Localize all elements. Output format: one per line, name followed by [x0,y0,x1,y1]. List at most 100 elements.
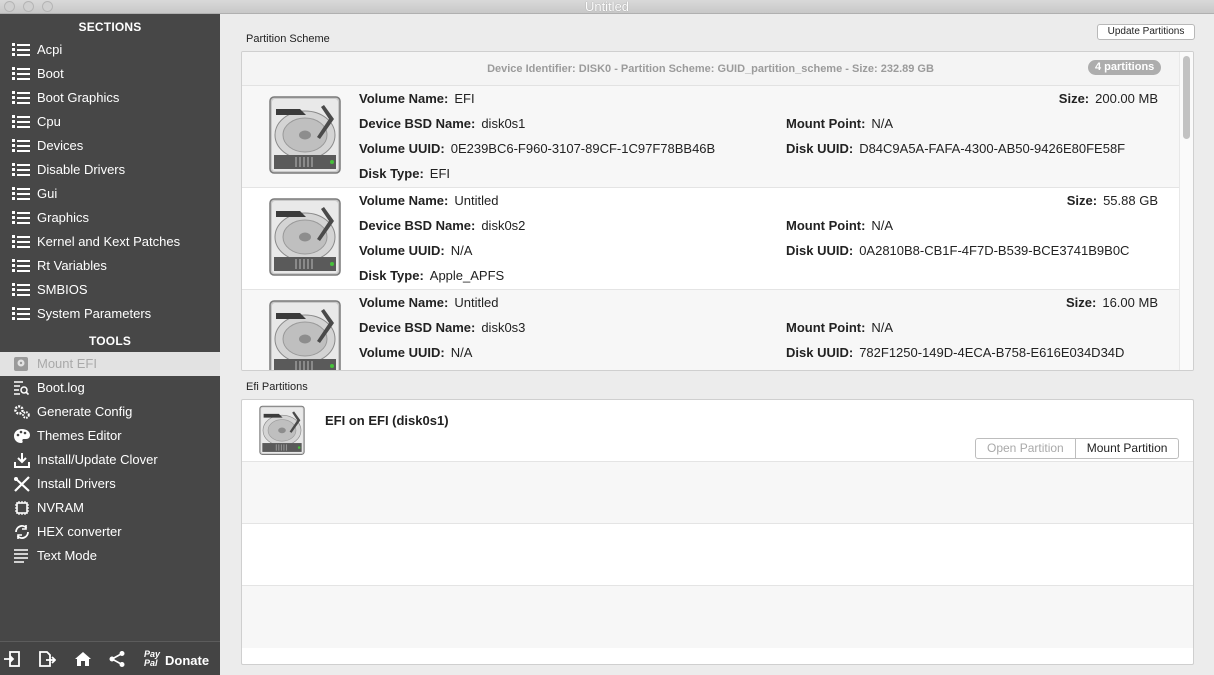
mount-partition-button[interactable]: Mount Partition [1076,439,1179,458]
minimize-window-button[interactable] [23,1,34,12]
field-value: Apple_APFS [429,268,505,283]
field-label: Mount Point: [786,320,866,335]
update-partitions-button[interactable]: Update Partitions [1097,24,1195,40]
sections-header: SECTIONS [78,20,142,34]
field-value: 0E239BC6-F960-3107-89CF-1C97F78BB46B [450,141,716,156]
volume-name: Volume Name: Untitled [359,193,498,208]
disk-uuid: Disk UUID: 782F1250-149D-4ECA-B758-E616E0… [786,345,1124,360]
field-label: Disk UUID: [786,345,854,360]
sidebar-item-label: Boot Graphics [37,90,120,105]
field-value: disk0s3 [481,320,526,335]
tool-item-label: HEX converter [37,524,122,539]
empty-row [242,586,1193,648]
tool-item-label: Install Drivers [37,476,116,491]
tool-item-boot-log[interactable]: Boot.log [0,376,220,400]
device-bsd-name: Device BSD Name: disk0s1 [359,116,525,131]
device-info: Device Identifier: DISK0 - Partition Sch… [487,63,934,75]
paypal-logo: Pay Pal [144,649,161,668]
partition-scheme-panel: Device Identifier: DISK0 - Partition Sch… [241,51,1194,371]
tool-item-hex-converter[interactable]: HEX converter [0,520,220,544]
gears-icon [13,404,31,419]
sidebar-item-label: Kernel and Kext Patches [37,234,181,249]
field-value: N/A [871,218,894,233]
list-icon [12,91,30,105]
field-value: EFI [429,166,451,181]
partition-row[interactable]: Volume Name: Untitled Device BSD Name: disk… [242,188,1179,290]
tool-item-text-mode[interactable]: Text Mode [0,544,220,568]
field-label: Size: [1066,193,1098,208]
volume-name: Volume Name: Untitled [359,295,498,310]
chip-icon [13,500,31,515]
sidebar-item-boot[interactable]: Boot [0,62,220,86]
tool-item-label: Mount EFI [37,356,97,371]
disk-type: Disk Type: Apple_APFS [359,268,504,283]
sidebar-item-graphics[interactable]: Graphics [0,206,220,230]
export-icon[interactable] [38,650,57,668]
field-value: 782F1250-149D-4ECA-B758-E616E034D34D [859,345,1125,360]
field-label: Disk Type: [359,268,424,283]
partition-scrollbar[interactable] [1179,52,1193,370]
tool-item-label: Install/Update Clover [37,452,158,467]
tool-item-install-drivers[interactable]: Install Drivers [0,472,220,496]
sidebar-item-disable-drivers[interactable]: Disable Drivers [0,158,220,182]
sidebar-item-boot-graphics[interactable]: Boot Graphics [0,86,220,110]
tool-item-mount-efi[interactable]: Mount EFI [0,352,220,376]
partition-count-badge: 4 partitions [1088,60,1162,75]
efi-partitions-panel: EFI on EFI (disk0s1) Open Partition Moun… [241,399,1194,665]
zoom-window-button[interactable] [42,1,53,12]
tool-item-install-update-clover[interactable]: Install/Update Clover [0,448,220,472]
field-label: Size: [1066,295,1097,310]
sidebar-item-acpi[interactable]: Acpi [0,38,220,62]
download-icon [13,452,31,468]
sidebar-item-rt-variables[interactable]: Rt Variables [0,254,220,278]
list-icon [12,187,30,201]
sidebar-item-cpu[interactable]: Cpu [0,110,220,134]
close-window-button[interactable] [4,1,15,12]
field-value: 16.00 MB [1102,295,1158,310]
open-partition-button[interactable]: Open Partition [976,439,1076,458]
list-icon [12,211,30,225]
sidebar-item-smbios[interactable]: SMBIOS [0,278,220,302]
hard-disk-icon [266,197,344,279]
sidebar-item-devices[interactable]: Devices [0,134,220,158]
tool-item-label: NVRAM [37,500,84,515]
mount-point: Mount Point: N/A [786,218,893,233]
sidebar-item-gui[interactable]: Gui [0,182,220,206]
volume-uuid: Volume UUID: N/A [359,345,472,360]
partition-row[interactable]: Volume Name: Untitled Device BSD Name: disk… [242,290,1179,370]
field-value: N/A [450,243,473,258]
tools-list: Mount EFI Boot.log Generate Config Themes E… [0,352,220,568]
tool-item-themes-editor[interactable]: Themes Editor [0,424,220,448]
home-icon[interactable] [74,650,92,668]
field-label: Volume Name: [359,295,449,310]
list-icon [12,163,30,177]
device-bsd-name: Device BSD Name: disk0s3 [359,320,525,335]
share-icon[interactable] [108,650,126,668]
import-icon[interactable] [3,650,21,668]
sidebar-item-kernel-and-kext-patches[interactable]: Kernel and Kext Patches [0,230,220,254]
palette-icon [13,428,31,443]
log-search-icon [13,380,31,396]
field-label: Volume Name: [359,193,449,208]
efi-partition-row[interactable]: EFI on EFI (disk0s1) Open Partition Moun… [242,400,1193,462]
partition-row[interactable]: Volume Name: EFI Device BSD Name: disk0s1 Vo… [242,86,1179,188]
disk-uuid: Disk UUID: D84C9A5A-FAFA-4300-AB50-9426E8… [786,141,1125,156]
sidebar-footer: Pay Pal Donate [0,641,220,675]
field-value: N/A [450,345,473,360]
field-label: Size: [1058,91,1090,106]
scrollbar-thumb[interactable] [1183,56,1190,139]
device-info-header: Device Identifier: DISK0 - Partition Sch… [242,52,1179,86]
tool-item-label: Boot.log [37,380,85,395]
tool-item-nvram[interactable]: NVRAM [0,496,220,520]
field-value: disk0s1 [481,116,526,131]
tool-item-label: Themes Editor [37,428,122,443]
field-label: Mount Point: [786,116,866,131]
tools-header: TOOLS [88,334,132,348]
tool-item-generate-config[interactable]: Generate Config [0,400,220,424]
hard-disk-icon [256,405,308,457]
field-value: 55.88 GB [1103,193,1158,208]
volume-uuid: Volume UUID: 0E239BC6-F960-3107-89CF-1C97… [359,141,715,156]
field-label: Device BSD Name: [359,116,476,131]
refresh-icon [13,524,31,539]
sidebar-item-system-parameters[interactable]: System Parameters [0,302,220,326]
